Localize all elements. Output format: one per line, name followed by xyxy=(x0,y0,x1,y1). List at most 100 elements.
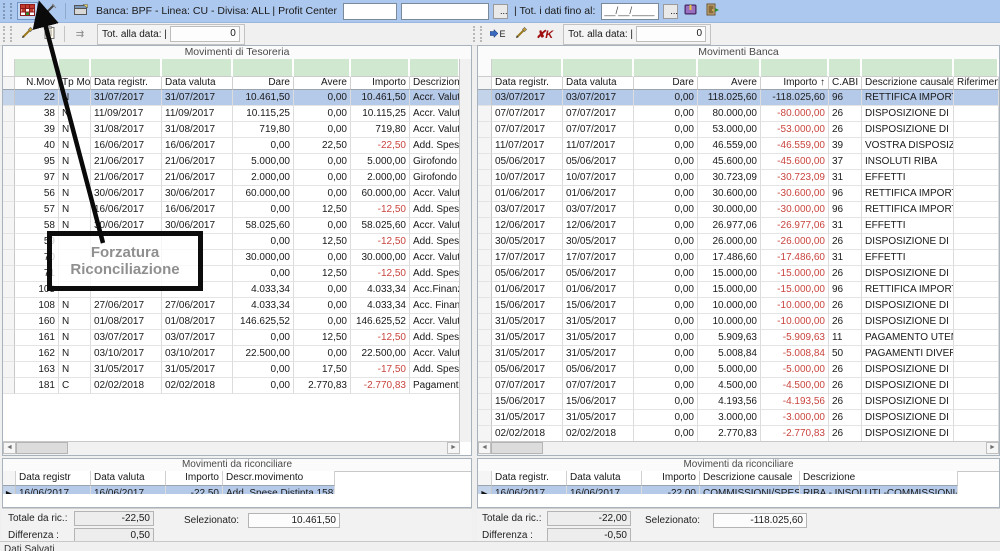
table-row[interactable]: 03/07/201703/07/20170,0030.000,00-30.000… xyxy=(478,202,999,218)
table-row[interactable]: 57N16/06/201716/06/20170,0012,50-12,50Ad… xyxy=(3,202,460,218)
column-header[interactable]: C.ABI xyxy=(829,77,862,90)
column-header[interactable]: Avere xyxy=(698,77,761,90)
transfer-button[interactable]: ⇉ xyxy=(70,25,90,43)
profit-center-description-input[interactable] xyxy=(401,3,489,20)
column-header[interactable]: Importo xyxy=(351,77,410,90)
filter-row[interactable] xyxy=(478,59,999,77)
profit-center-input[interactable] xyxy=(343,3,397,20)
filter-cell[interactable] xyxy=(410,59,460,77)
table-row[interactable]: 07/07/201707/07/20170,0053.000,00-53.000… xyxy=(478,122,999,138)
edit-bank-button[interactable] xyxy=(511,25,531,43)
column-header[interactable]: Importo ↑ xyxy=(761,77,829,90)
table-row[interactable]: 05/06/201705/06/20170,0045.600,00-45.600… xyxy=(478,154,999,170)
column-header[interactable]: N.Mov xyxy=(15,77,59,90)
table-row[interactable]: 163N31/05/201731/05/20170,0017,50-17,50A… xyxy=(3,362,460,378)
column-header[interactable]: Data registr. xyxy=(492,77,563,90)
column-header[interactable]: Data registr xyxy=(16,471,91,486)
table-row[interactable]: 40N16/06/201716/06/20170,0022,50-22,50Ad… xyxy=(3,138,460,154)
table-row[interactable]: 01/06/201701/06/20170,0030.600,00-30.600… xyxy=(478,186,999,202)
link-movements-button[interactable]: E xyxy=(487,25,509,43)
table-row[interactable]: 17/07/201717/07/20170,0017.486,60-17.486… xyxy=(478,250,999,266)
filter-cell[interactable] xyxy=(698,59,761,77)
scroll-right-icon[interactable]: ► xyxy=(986,442,999,454)
table-row[interactable]: 710,0012,50-12,50Add. Spese Distin xyxy=(3,266,460,282)
treasury-vertical-scrollbar[interactable] xyxy=(459,59,471,442)
table-row[interactable]: ▶16/06/201716/06/2017-22,00COMMISSIONI/S… xyxy=(478,486,958,494)
table-row[interactable]: 95N21/06/201721/06/20175.000,000,005.000… xyxy=(3,154,460,170)
help-button[interactable] xyxy=(681,2,701,20)
table-row[interactable]: 39N31/08/201731/08/2017719,800,00719,80A… xyxy=(3,122,460,138)
column-header[interactable]: Data valuta xyxy=(567,471,642,486)
table-row[interactable]: 181C02/02/201802/02/20180,002.770,83-2.7… xyxy=(3,378,460,394)
filter-cell[interactable] xyxy=(59,59,91,77)
column-header[interactable]: Importo xyxy=(642,471,700,486)
treasury-horizontal-scrollbar[interactable]: ◄ ► xyxy=(3,441,460,455)
table-row[interactable]: 162N03/10/201703/10/201722.500,000,0022.… xyxy=(3,346,460,362)
column-header[interactable]: Data valuta xyxy=(91,471,166,486)
toolbar-grip-2[interactable] xyxy=(3,26,12,42)
toolbar-grip-3[interactable] xyxy=(473,26,482,42)
table-row[interactable]: 01/06/201701/06/20170,0015.000,00-15.000… xyxy=(478,282,999,298)
column-header[interactable]: Data registr. xyxy=(492,471,567,486)
table-row[interactable]: 22N31/07/201731/07/201710.461,500,0010.4… xyxy=(3,90,460,106)
filter-cell[interactable] xyxy=(91,59,162,77)
table-row[interactable]: 7030.000,000,0030.000,00Accr. Valuta Dis… xyxy=(3,250,460,266)
table-row[interactable]: 15/06/201715/06/20170,004.193,56-4.193,5… xyxy=(478,394,999,410)
scroll-thumb[interactable] xyxy=(491,442,543,454)
filter-cell[interactable] xyxy=(563,59,634,77)
table-row[interactable]: 31/05/201731/05/20170,0010.000,00-10.000… xyxy=(478,314,999,330)
table-row[interactable]: 108N27/06/201727/06/20174.033,340,004.03… xyxy=(3,298,460,314)
cancel-reconciliation-button[interactable]: ✘K xyxy=(533,25,556,43)
exit-button[interactable] xyxy=(703,2,723,20)
table-row[interactable]: 05/06/201705/06/20170,0015.000,00-15.000… xyxy=(478,266,999,282)
scroll-thumb[interactable] xyxy=(16,442,68,454)
column-header[interactable]: Dare xyxy=(233,77,294,90)
column-header[interactable]: Data registr. xyxy=(91,77,162,90)
column-header[interactable]: Avere xyxy=(294,77,351,90)
table-row[interactable]: 58N30/06/201730/06/201758.025,600,0058.0… xyxy=(3,218,460,234)
filter-cell[interactable] xyxy=(492,59,563,77)
column-header[interactable]: Importo xyxy=(166,471,223,486)
bank-selection-button[interactable] xyxy=(71,2,91,20)
edit-treasury-button[interactable] xyxy=(17,25,37,43)
table-row[interactable]: 1034.033,340,004.033,34Acc.Finanz.Cod.X xyxy=(3,282,460,298)
filter-cell[interactable] xyxy=(15,59,59,77)
filter-row[interactable] xyxy=(3,59,460,77)
table-row[interactable]: 10/07/201710/07/20170,0030.723,09-30.723… xyxy=(478,170,999,186)
filter-cell[interactable] xyxy=(862,59,954,77)
date-filter-input[interactable] xyxy=(601,3,659,20)
table-row[interactable]: 31/05/201731/05/20170,005.909,63-5.909,6… xyxy=(478,330,999,346)
table-row[interactable]: 31/05/201731/05/20170,005.008,84-5.008,8… xyxy=(478,346,999,362)
filter-cell[interactable] xyxy=(233,59,294,77)
forzatura-riconciliazione-button[interactable] xyxy=(17,2,38,20)
table-row[interactable]: 160N01/08/201701/08/2017146.625,520,0014… xyxy=(3,314,460,330)
scroll-left-icon[interactable]: ◄ xyxy=(3,442,16,454)
filter-cell[interactable] xyxy=(634,59,698,77)
filter-cell[interactable] xyxy=(829,59,862,77)
filter-cell[interactable] xyxy=(162,59,233,77)
table-row[interactable]: 38N11/09/201711/09/201710.115,250,0010.1… xyxy=(3,106,460,122)
table-row[interactable]: 11/07/201711/07/20170,0046.559,00-46.559… xyxy=(478,138,999,154)
table-row[interactable]: 590,0012,50-12,50Add. Spese Distin xyxy=(3,234,460,250)
edit-line-button[interactable] xyxy=(40,2,60,20)
column-header[interactable]: Descrizione causale xyxy=(700,471,800,486)
table-row[interactable]: 07/07/201707/07/20170,0080.000,00-80.000… xyxy=(478,106,999,122)
table-row[interactable]: 03/07/201703/07/20170,00118.025,60-118.0… xyxy=(478,90,999,106)
filter-cell[interactable] xyxy=(954,59,999,77)
column-header[interactable]: Descrizione movim xyxy=(410,77,460,90)
table-row[interactable]: 97N21/06/201721/06/20172.000,000,002.000… xyxy=(3,170,460,186)
filter-cell[interactable] xyxy=(761,59,829,77)
table-row[interactable]: 05/06/201705/06/20170,005.000,00-5.000,0… xyxy=(478,362,999,378)
column-header[interactable]: Tp Mov xyxy=(59,77,91,90)
table-row[interactable]: ▶16/06/201716/06/2017-22,50Add. Spese Di… xyxy=(3,486,335,494)
table-row[interactable]: 56N30/06/201730/06/201760.000,000,0060.0… xyxy=(3,186,460,202)
filter-cell[interactable] xyxy=(351,59,410,77)
table-row[interactable]: 07/07/201707/07/20170,004.500,00-4.500,0… xyxy=(478,378,999,394)
scroll-left-icon[interactable]: ◄ xyxy=(478,442,491,454)
table-row[interactable]: 02/02/201802/02/20180,002.770,83-2.770,8… xyxy=(478,426,999,442)
bank-horizontal-scrollbar[interactable]: ◄ ► xyxy=(478,441,999,455)
table-row[interactable]: 12/06/201712/06/20170,0026.977,06-26.977… xyxy=(478,218,999,234)
column-header[interactable]: Dare xyxy=(634,77,698,90)
table-row[interactable]: 161N03/07/201703/07/20170,0012,50-12,50A… xyxy=(3,330,460,346)
column-header[interactable]: Data valuta xyxy=(162,77,233,90)
